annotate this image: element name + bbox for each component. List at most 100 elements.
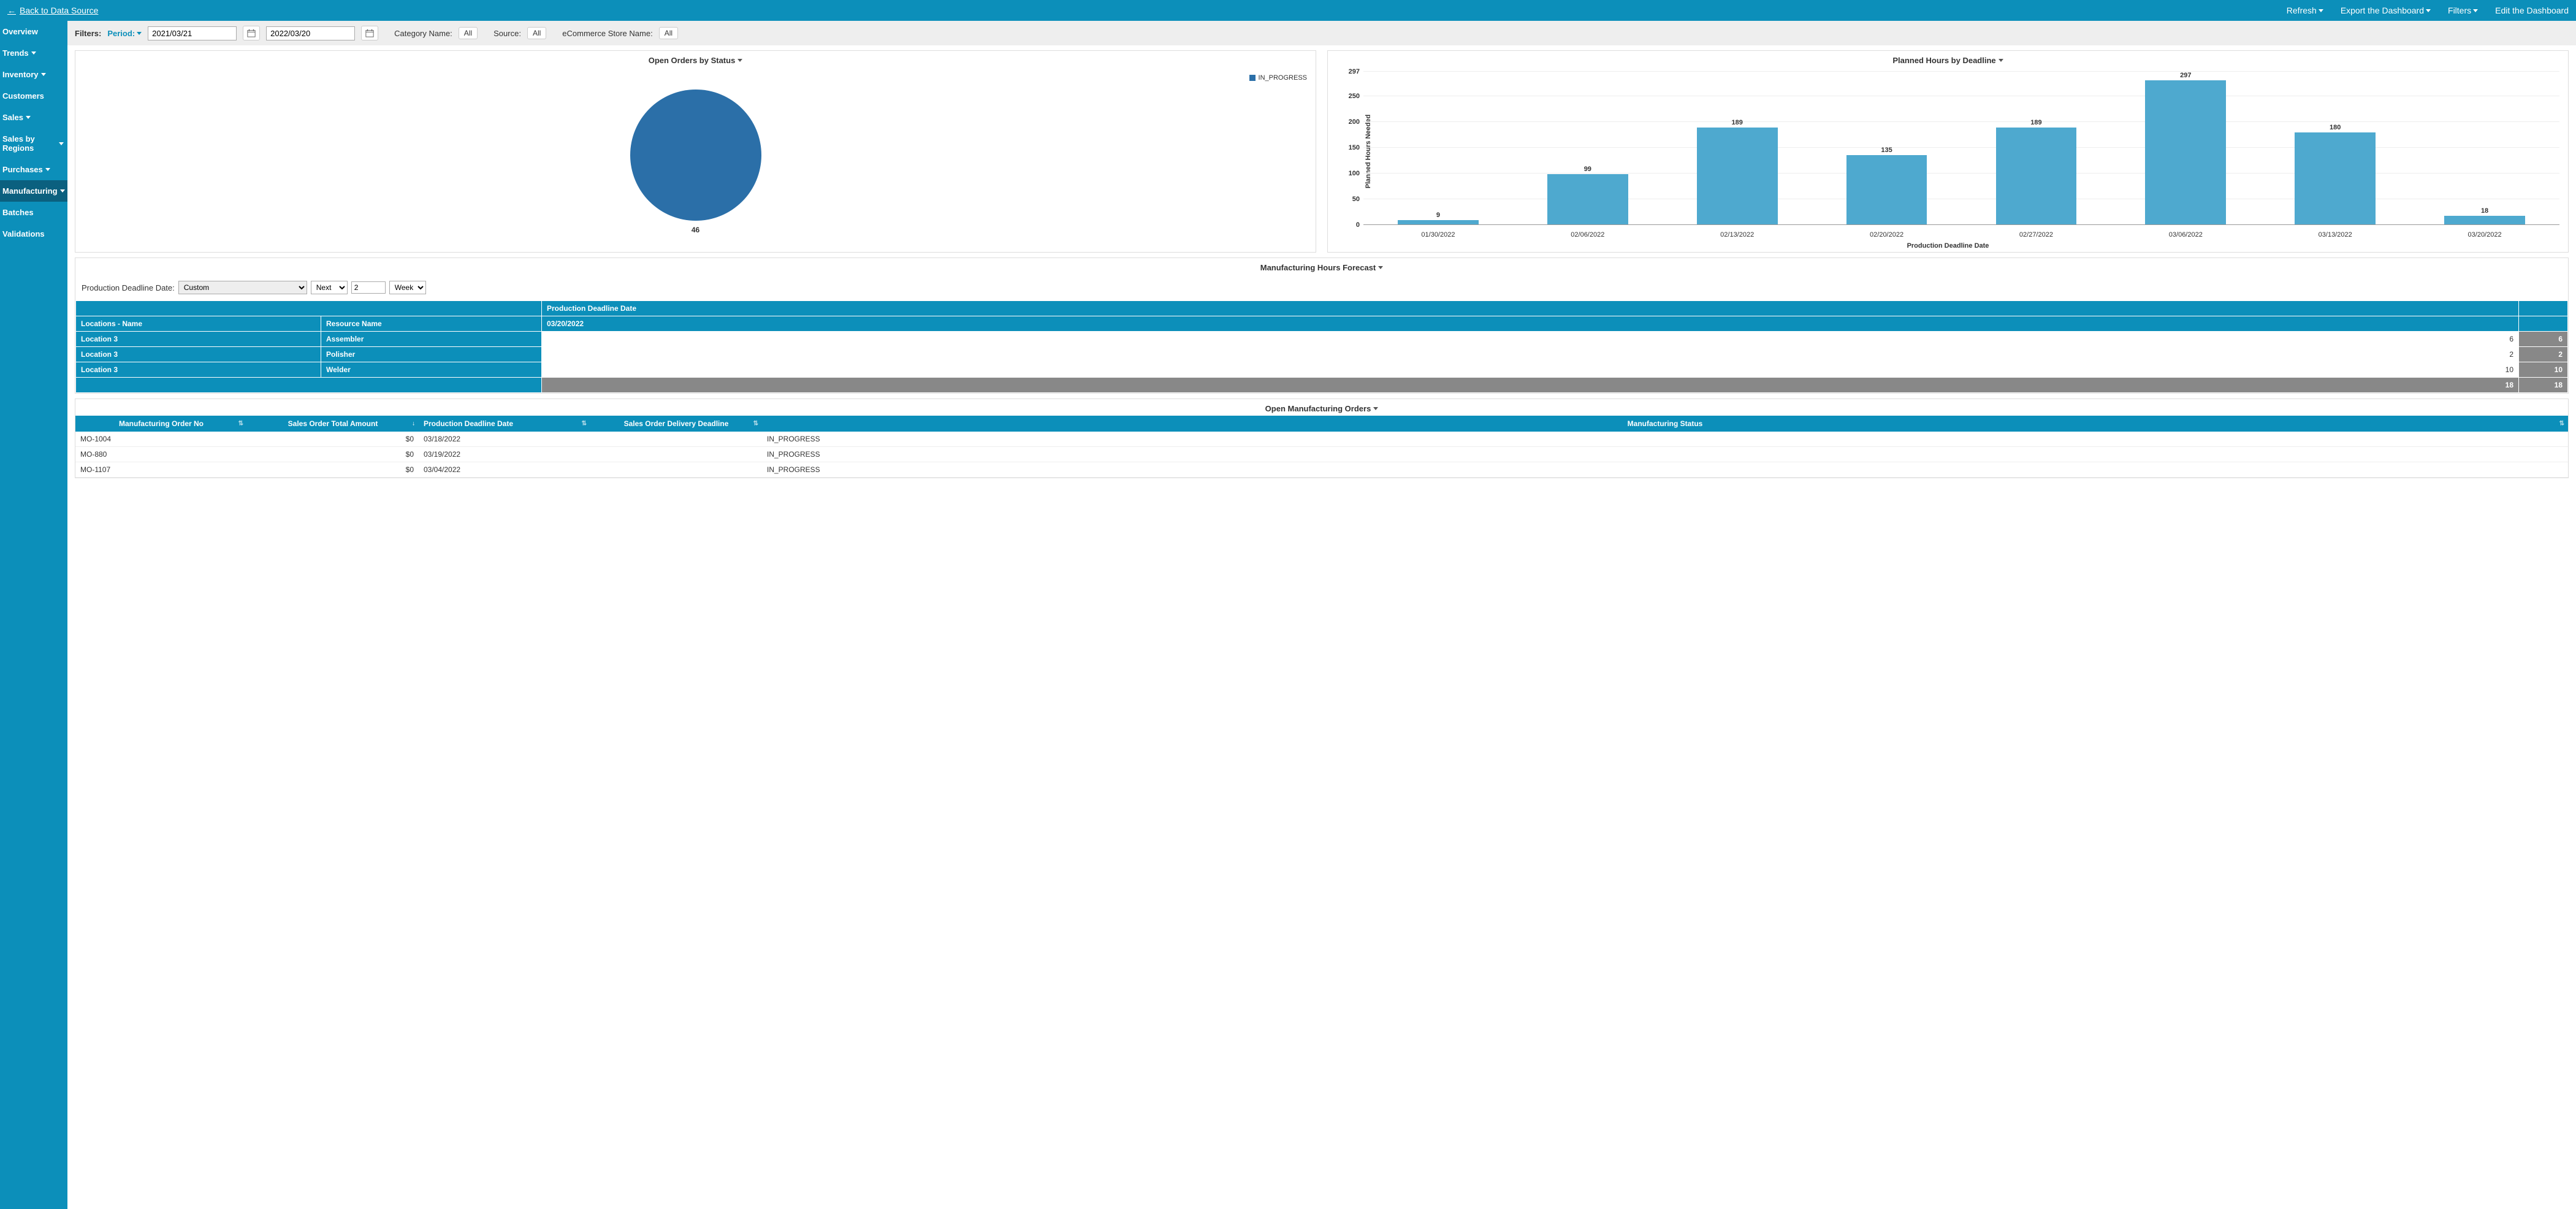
unit-select[interactable]: Weeks (389, 281, 426, 294)
col-header-resource: Resource Name (321, 316, 542, 332)
store-filter[interactable]: All (659, 27, 678, 39)
sidebar-item-trends[interactable]: Trends (0, 42, 67, 64)
forecast-row: Location 3Welder1010 (76, 362, 2568, 378)
y-tick: 100 (1349, 170, 1360, 177)
y-tick: 0 (1356, 221, 1360, 229)
cell-mo: MO-880 (75, 447, 247, 462)
filters-button[interactable]: Filters (2448, 6, 2478, 15)
panel-title[interactable]: Planned Hours by Deadline (1328, 51, 2568, 67)
panel-title-text: Manufacturing Hours Forecast (1260, 263, 1376, 272)
sidebar: OverviewTrends Inventory Customers Sales … (0, 21, 67, 1209)
cell-mo: MO-1004 (75, 432, 247, 447)
source-filter[interactable]: All (527, 27, 546, 39)
panel-title-text: Open Orders by Status (649, 56, 736, 65)
manufacturing-hours-forecast-panel: Manufacturing Hours Forecast Production … (75, 257, 2569, 394)
bar[interactable] (2444, 216, 2525, 225)
col-header-delivery[interactable]: Sales Order Delivery Deadline⇅ (590, 416, 762, 432)
refresh-button[interactable]: Refresh (2287, 6, 2323, 15)
pie-legend[interactable]: IN_PROGRESS (1249, 74, 1307, 82)
bar-column: 9 (1363, 72, 1513, 225)
sort-desc-icon: ↓ (412, 421, 415, 427)
sidebar-item-sales[interactable]: Sales (0, 107, 67, 128)
x-tick: 03/20/2022 (2410, 231, 2559, 238)
forecast-grand-total: 18 (2519, 378, 2568, 393)
col-header-amount[interactable]: Sales Order Total Amount↓ (247, 416, 419, 432)
legend-label: IN_PROGRESS (1259, 74, 1307, 82)
pie-slice[interactable] (630, 90, 761, 221)
category-filter[interactable]: All (459, 27, 478, 39)
sidebar-item-purchases[interactable]: Purchases (0, 159, 67, 180)
cell-location: Location 3 (76, 332, 321, 347)
cell-value: 10 (542, 362, 2519, 378)
caret-down-icon (41, 73, 46, 76)
period-dropdown[interactable]: Period: (107, 29, 142, 38)
sidebar-item-validations[interactable]: Validations (0, 223, 67, 245)
refresh-label: Refresh (2287, 6, 2317, 15)
panel-title[interactable]: Manufacturing Hours Forecast (75, 258, 2568, 275)
order-row[interactable]: MO-880$003/19/2022IN_PROGRESS (75, 447, 2568, 462)
caret-down-icon (26, 116, 31, 119)
bar[interactable] (1697, 128, 1778, 225)
bar-column: 99 (1513, 72, 1663, 225)
x-tick: 01/30/2022 (1363, 231, 1513, 238)
col-header-status[interactable]: Manufacturing Status⇅ (762, 416, 2568, 432)
store-label: eCommerce Store Name: (562, 29, 652, 38)
sidebar-item-customers[interactable]: Customers (0, 85, 67, 107)
sidebar-item-sales-by-regions[interactable]: Sales by Regions (0, 128, 67, 159)
col-header-mo[interactable]: Manufacturing Order No⇅ (75, 416, 247, 432)
pdd-label: Production Deadline Date: (82, 283, 175, 292)
order-row[interactable]: MO-1004$003/18/2022IN_PROGRESS (75, 432, 2568, 447)
date-to-input[interactable] (266, 26, 355, 40)
direction-select[interactable]: Next (311, 281, 348, 294)
sidebar-item-label: Validations (2, 229, 45, 238)
sort-icon: ⇅ (582, 421, 587, 427)
legend-swatch (1249, 75, 1256, 81)
cell-row-total: 6 (2519, 332, 2568, 347)
sort-icon: ⇅ (238, 421, 243, 427)
calendar-icon (365, 29, 374, 37)
date-from-input[interactable] (148, 26, 237, 40)
open-manufacturing-orders-panel: Open Manufacturing Orders Manufacturing … (75, 399, 2569, 478)
cell-resource: Polisher (321, 347, 542, 362)
calendar-to-button[interactable] (361, 26, 378, 40)
cell-value: 2 (542, 347, 2519, 362)
bar-value-label: 189 (1732, 119, 1743, 126)
bar-column: 297 (2111, 72, 2260, 225)
open-orders-by-status-panel: Open Orders by Status IN_PROGRESS 46 (75, 50, 1316, 253)
sidebar-item-manufacturing[interactable]: Manufacturing (0, 180, 67, 202)
bar[interactable] (1846, 155, 1927, 225)
sidebar-item-overview[interactable]: Overview (0, 21, 67, 42)
cell-status: IN_PROGRESS (762, 462, 2568, 478)
edit-dashboard-button[interactable]: Edit the Dashboard (2495, 6, 2569, 15)
y-tick: 200 (1349, 118, 1360, 126)
col-header-pdd: Production Deadline Date (542, 301, 2519, 316)
col-header-pdd[interactable]: Production Deadline Date⇅ (419, 416, 590, 432)
export-dashboard-button[interactable]: Export the Dashboard (2341, 6, 2431, 15)
calendar-from-button[interactable] (243, 26, 260, 40)
arrow-left-icon: ← (7, 6, 16, 15)
panel-title[interactable]: Open Manufacturing Orders (75, 399, 2568, 416)
pdd-range-select[interactable]: Custom (178, 281, 307, 294)
cell-value: 6 (542, 332, 2519, 347)
caret-down-icon (31, 51, 36, 55)
sidebar-item-inventory[interactable]: Inventory (0, 64, 67, 85)
chart-area: 99918913518929718018 050100150200250297 (1363, 72, 2559, 225)
bar[interactable] (2145, 80, 2226, 225)
source-label: Source: (493, 29, 521, 38)
sidebar-item-batches[interactable]: Batches (0, 202, 67, 223)
sidebar-item-label: Manufacturing (2, 186, 58, 196)
back-to-data-source-link[interactable]: ← Back to Data Source (7, 6, 98, 15)
order-row[interactable]: MO-1107$003/04/2022IN_PROGRESS (75, 462, 2568, 478)
forecast-row: Location 3Polisher22 (76, 347, 2568, 362)
panel-title-text: Open Manufacturing Orders (1265, 404, 1371, 413)
calendar-icon (247, 29, 256, 37)
bar[interactable] (1996, 128, 2077, 225)
bar-value-label: 135 (1881, 147, 1892, 154)
bar-column: 18 (2410, 72, 2559, 225)
cell-mo: MO-1107 (75, 462, 247, 478)
panel-title[interactable]: Open Orders by Status (75, 51, 1316, 67)
cell-location: Location 3 (76, 362, 321, 378)
count-input[interactable] (351, 281, 386, 294)
bar[interactable] (1547, 174, 1628, 225)
bar[interactable] (2295, 132, 2376, 226)
